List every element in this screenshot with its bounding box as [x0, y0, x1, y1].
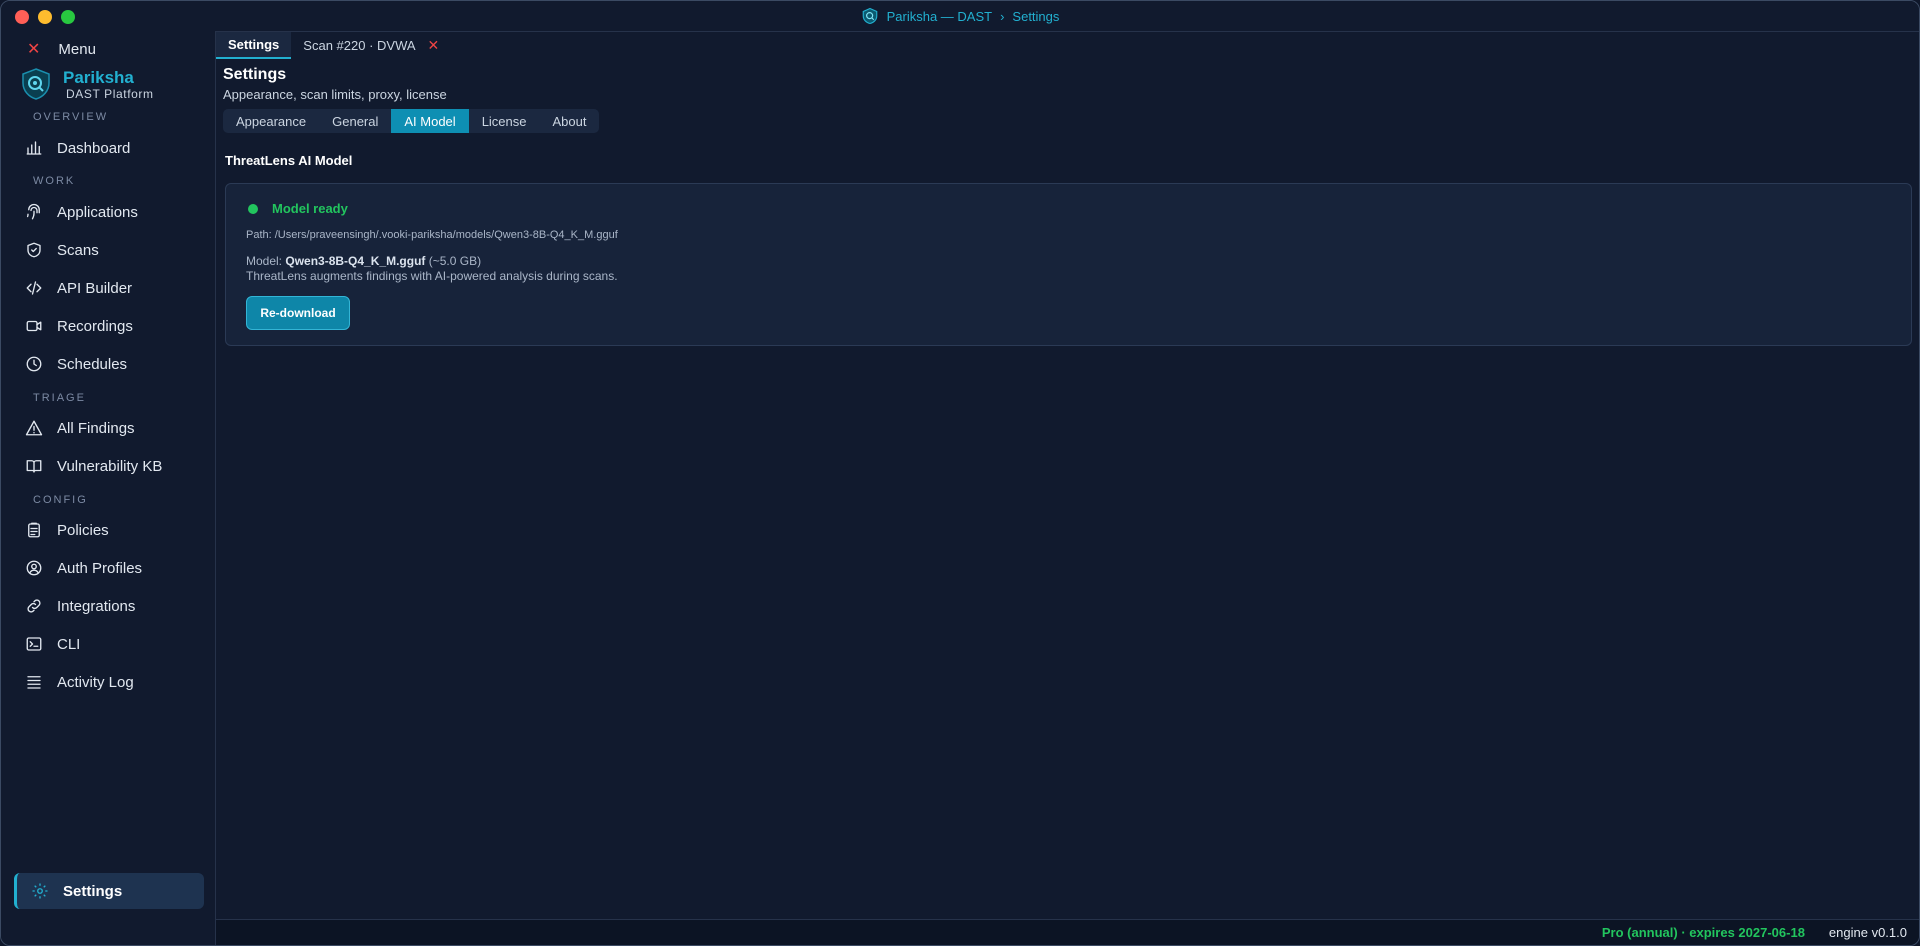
subtab-about[interactable]: About [540, 109, 600, 133]
model-status: Model ready [248, 201, 348, 216]
title-app-name: Pariksha — DAST [886, 8, 993, 24]
sidebar-item-settings[interactable]: Settings [14, 873, 204, 909]
model-description: ThreatLens augments findings with AI-pow… [246, 269, 618, 283]
title-bar: Pariksha — DAST › Settings [1, 1, 1919, 31]
sidebar-item-label: Schedules [57, 355, 128, 373]
sidebar-item-schedules[interactable]: Schedules [25, 349, 205, 379]
sidebar-item-integrations[interactable]: Integrations [25, 591, 205, 621]
sidebar-item-activity-log[interactable]: Activity Log [25, 667, 205, 697]
sidebar-item-label: Dashboard [57, 139, 131, 157]
subtab-ai-model[interactable]: AI Model [391, 109, 469, 133]
list-icon [27, 676, 41, 689]
sidebar-item-label: All Findings [57, 419, 135, 437]
settings-subtabs: Appearance General AI Model License Abou… [223, 109, 600, 133]
sidebar-item-label: Settings [63, 882, 123, 900]
model-path-label: Path: [246, 229, 272, 241]
sidebar-item-label: Vulnerability KB [57, 457, 163, 475]
sidebar-item-label: Scans [57, 241, 99, 259]
sidebar-item-label: Auth Profiles [57, 559, 143, 577]
section-label-config: CONFIG [33, 494, 88, 506]
sidebar-item-label: Integrations [57, 597, 136, 615]
sidebar-item-cli[interactable]: CLI [25, 629, 205, 659]
sidebar-item-label: Applications [57, 203, 138, 221]
re-download-button[interactable]: Re-download [246, 296, 350, 330]
shield-check-icon [27, 242, 41, 258]
ai-model-card: Model ready Path: /Users/praveensingh/.v… [225, 183, 1912, 346]
section-label-triage: TRIAGE [33, 392, 86, 404]
tab-bar: Settings Scan #220 · DVWA ✕ [216, 32, 451, 59]
sidebar-item-auth-profiles[interactable]: Auth Profiles [25, 553, 205, 583]
fingerprint-icon [26, 203, 40, 220]
app-window: Pariksha — DAST › Settings ✕ Menu Pariks… [0, 0, 1920, 946]
brand-logo-icon [22, 68, 50, 100]
model-name: Qwen3-8B-Q4_K_M.gguf [285, 254, 426, 268]
ai-model-heading: ThreatLens AI Model [225, 153, 353, 168]
status-dot-icon [248, 203, 258, 214]
video-camera-icon [26, 320, 42, 332]
subtab-appearance[interactable]: Appearance [223, 109, 319, 133]
sidebar-item-vulnerability-kb[interactable]: Vulnerability KB [25, 451, 205, 481]
model-label: Model: [246, 254, 283, 268]
sidebar-item-applications[interactable]: Applications [25, 197, 205, 227]
tab-label: Scan #220 · DVWA [303, 38, 416, 53]
gear-icon [32, 883, 48, 899]
status-bar: Pro (annual) · expires 2027-06-18 engine… [216, 919, 1919, 945]
subtab-general[interactable]: General [319, 109, 391, 133]
sidebar-item-label: Policies [57, 521, 109, 539]
menu-label: Menu [58, 40, 96, 58]
model-path: Path: /Users/praveensingh/.vooki-pariksh… [246, 229, 618, 241]
section-label-work: WORK [33, 175, 76, 187]
sidebar: ✕ Menu Pariksha DAST Platform OVERVIEW D… [1, 31, 216, 945]
clock-icon [26, 356, 42, 372]
brand-subtitle: DAST Platform [66, 86, 154, 101]
page-title: Settings [223, 66, 287, 83]
terminal-icon [26, 637, 42, 651]
sidebar-item-label: Activity Log [57, 673, 134, 691]
bar-chart-icon [26, 141, 42, 155]
close-window-button[interactable] [15, 10, 29, 24]
clipboard-icon [28, 522, 40, 538]
menu-toggle[interactable]: ✕ Menu [27, 39, 96, 59]
tab-scan-220[interactable]: Scan #220 · DVWA ✕ [291, 32, 451, 59]
sidebar-item-api-builder[interactable]: API Builder [25, 273, 205, 303]
warning-triangle-icon [25, 420, 43, 436]
title-page-name: Settings [1012, 8, 1060, 24]
brand: Pariksha DAST Platform [19, 67, 154, 101]
minimize-window-button[interactable] [38, 10, 52, 24]
window-controls [15, 10, 75, 24]
model-status-text: Model ready [272, 201, 348, 216]
section-label-overview: OVERVIEW [33, 111, 109, 123]
brand-name: Pariksha [63, 67, 134, 87]
model-path-value: /Users/praveensingh/.vooki-pariksha/mode… [274, 229, 618, 241]
engine-version: engine v0.1.0 [1828, 925, 1907, 940]
tab-settings[interactable]: Settings [216, 32, 292, 59]
sidebar-item-policies[interactable]: Policies [25, 515, 205, 545]
user-circle-icon [26, 560, 42, 576]
sidebar-item-label: Recordings [57, 317, 133, 335]
window-title: Pariksha — DAST › Settings [861, 7, 1060, 25]
app-logo-icon [862, 7, 877, 25]
sidebar-item-dashboard[interactable]: Dashboard [25, 133, 205, 163]
maximize-window-button[interactable] [61, 10, 75, 24]
tab-label: Settings [228, 37, 280, 52]
link-icon [27, 599, 41, 613]
sidebar-item-all-findings[interactable]: All Findings [25, 413, 205, 443]
code-icon [26, 281, 42, 295]
model-size: (~5.0 GB) [428, 254, 482, 268]
page-subtitle: Appearance, scan limits, proxy, license [223, 87, 447, 102]
book-open-icon [26, 460, 42, 473]
model-info: Model: Qwen3-8B-Q4_K_M.gguf (~5.0 GB) [246, 254, 481, 268]
close-tab-icon[interactable]: ✕ [428, 37, 440, 54]
sidebar-item-label: CLI [57, 635, 81, 653]
sidebar-item-label: API Builder [57, 279, 133, 297]
title-separator: › [1000, 8, 1005, 24]
close-menu-icon[interactable]: ✕ [27, 39, 40, 59]
main-content: Settings Scan #220 · DVWA ✕ Settings App… [216, 31, 1919, 919]
license-status: Pro (annual) · expires 2027-06-18 [1601, 925, 1805, 940]
sidebar-item-recordings[interactable]: Recordings [25, 311, 205, 341]
subtab-license[interactable]: License [469, 109, 540, 133]
sidebar-item-scans[interactable]: Scans [25, 235, 205, 265]
